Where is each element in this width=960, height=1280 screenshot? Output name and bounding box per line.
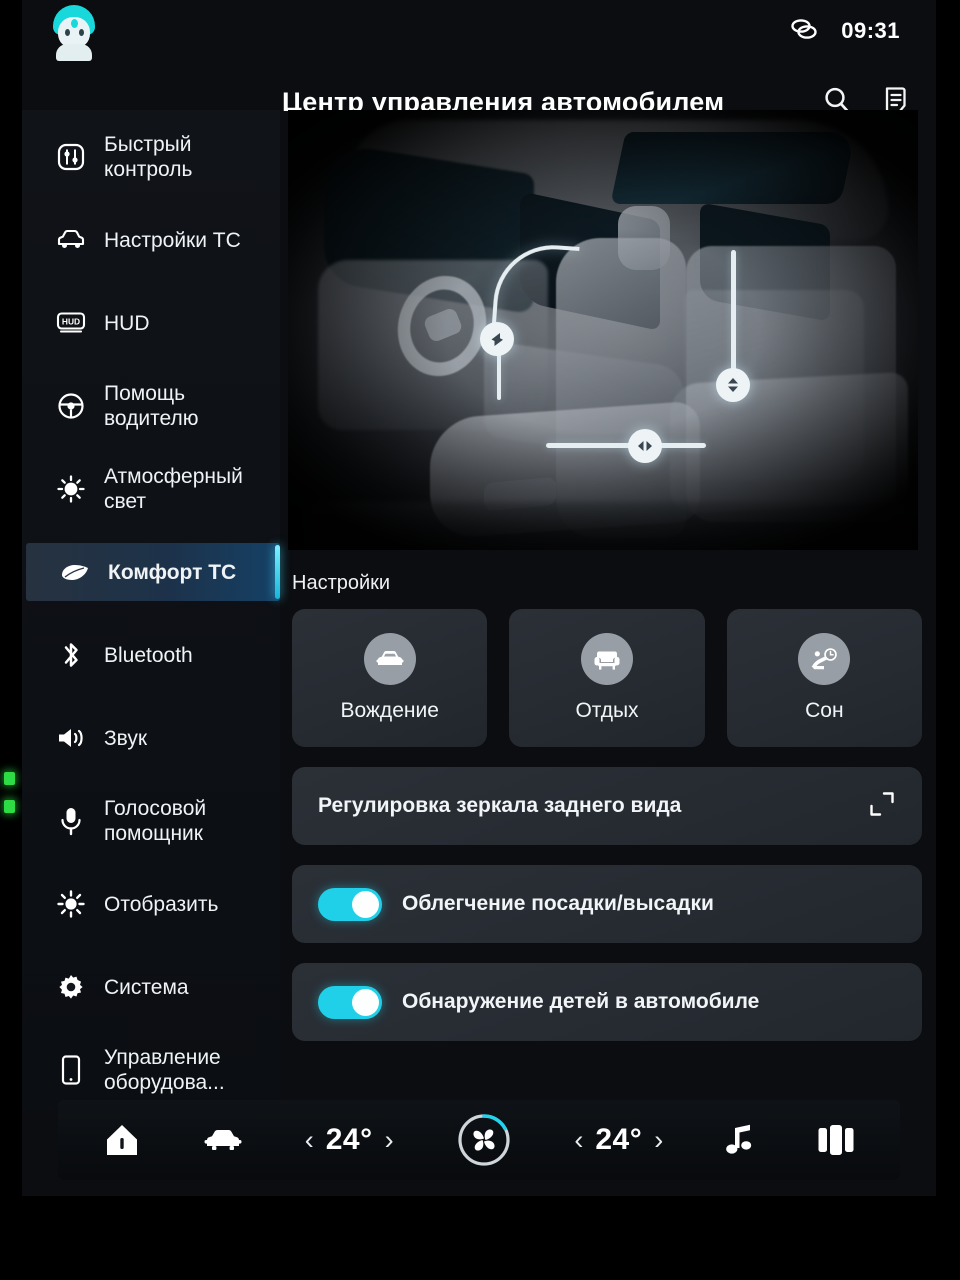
cards-layout-icon[interactable] xyxy=(816,1123,856,1157)
row-label: Облегчение посадки/высадки xyxy=(402,892,714,915)
home-icon[interactable] xyxy=(102,1121,142,1159)
mode-card-rest[interactable]: Отдых xyxy=(509,609,705,747)
sidebar-item-equipment-management[interactable]: Управление оборудова... xyxy=(22,1041,280,1099)
comfort-mode-cards: Вождение Отдых Сон xyxy=(280,609,936,747)
bluetooth-icon xyxy=(54,638,88,672)
sidebar-item-label: Звук xyxy=(104,726,148,750)
gear-icon xyxy=(54,970,88,1004)
sidebar-item-sound[interactable]: Звук xyxy=(22,709,280,767)
render-vignette xyxy=(288,110,918,550)
sidebar-item-bluetooth[interactable]: Bluetooth xyxy=(22,626,280,684)
sidebar-item-label: Система xyxy=(104,975,189,999)
sidebar-item-label: Голосовой помощник xyxy=(104,797,207,845)
sliders-icon xyxy=(54,140,88,174)
expand-icon[interactable] xyxy=(868,790,896,823)
avatar-gem xyxy=(71,19,78,28)
row-label: Обнаружение детей в автомобиле xyxy=(402,990,760,1013)
status-bar-right: 09:31 xyxy=(789,18,900,45)
temp-decrease-right-button[interactable]: ‹ xyxy=(574,1126,583,1154)
svg-text:HUD: HUD xyxy=(62,316,80,326)
temp-increase-left-button[interactable]: › xyxy=(385,1126,394,1154)
sidebar-item-vehicle-comfort[interactable]: Комфорт ТС xyxy=(26,543,280,601)
temp-decrease-left-button[interactable]: ‹ xyxy=(305,1126,314,1154)
easy-entry-exit-toggle[interactable] xyxy=(318,887,382,921)
sidebar-item-label: Помощь водителю xyxy=(104,382,199,430)
infotainment-screen: 09:31 Центр управления автомобилем Быстр… xyxy=(22,0,936,1196)
mode-card-label: Сон xyxy=(805,699,844,722)
sun-icon xyxy=(54,472,88,506)
fan-icon[interactable] xyxy=(453,1109,515,1171)
microphone-icon xyxy=(54,804,88,838)
user-avatar[interactable] xyxy=(46,4,102,61)
row-label: Регулировка зеркала заднего вида xyxy=(318,794,682,817)
seat-slide-track xyxy=(546,443,706,448)
sidebar-item-label: Комфорт ТС xyxy=(108,560,237,584)
passenger-temperature-control: ‹ 24° › xyxy=(574,1123,663,1157)
link-icon xyxy=(789,18,819,45)
seat-forward-back-handle[interactable] xyxy=(628,429,662,463)
leaf-icon xyxy=(58,555,92,589)
sidebar-item-voice-assistant[interactable]: Голосовой помощник xyxy=(22,792,280,850)
sidebar-navigation: Быстрый контроль Настройки ТС HUD HUD По… xyxy=(22,110,280,1110)
status-bar: 09:31 xyxy=(22,0,936,62)
steering-wheel-icon xyxy=(54,389,88,423)
car-icon xyxy=(54,223,88,257)
bottom-control-bar: ‹ 24° › ‹ 24° › xyxy=(58,1100,900,1180)
driver-temperature-control: ‹ 24° › xyxy=(305,1123,394,1157)
settings-section-label: Настройки xyxy=(292,572,391,594)
brightness-icon xyxy=(54,887,88,921)
temp-increase-right-button[interactable]: › xyxy=(654,1126,663,1154)
mode-card-label: Вождение xyxy=(340,699,439,722)
avatar-eye-right xyxy=(79,29,84,36)
sidebar-item-ambient-light[interactable]: Атмосферный свет xyxy=(22,460,280,518)
sidebar-item-hud[interactable]: HUD HUD xyxy=(22,294,280,352)
row-easy-entry-exit[interactable]: Облегчение посадки/высадки xyxy=(292,865,922,943)
mode-card-driving[interactable]: Вождение xyxy=(292,609,488,747)
row-child-detection[interactable]: Обнаружение детей в автомобиле xyxy=(292,963,922,1041)
hud-icon: HUD xyxy=(54,306,88,340)
bezel-indicator-led-bottom xyxy=(4,800,15,813)
speaker-icon xyxy=(54,721,88,755)
reclined-seat-clock-icon xyxy=(798,633,851,685)
sidebar-item-quick-control[interactable]: Быстрый контроль xyxy=(22,128,280,186)
avatar-eye-left xyxy=(65,29,70,36)
toggle-knob xyxy=(352,988,379,1016)
seat-backrest-tilt-handle[interactable] xyxy=(480,322,514,356)
sidebar-item-label: Атмосферный свет xyxy=(104,465,243,513)
sidebar-item-label: Настройки ТС xyxy=(104,228,241,252)
child-detection-toggle[interactable] xyxy=(318,985,382,1019)
vehicle-interior-render[interactable] xyxy=(288,110,918,550)
avatar-body xyxy=(56,44,92,61)
sidebar-item-label: HUD xyxy=(104,311,150,335)
mode-card-label: Отдых xyxy=(575,699,639,722)
sidebar-item-label: Быстрый контроль xyxy=(104,133,193,181)
left-temperature-value: 24° xyxy=(325,1123,373,1156)
sidebar-item-label: Управление оборудова... xyxy=(104,1046,225,1094)
bezel-indicator-led-top xyxy=(4,772,15,785)
main-content: Настройки Вождение Отдых Сон Регулировка… xyxy=(280,110,936,1110)
phone-icon xyxy=(54,1053,88,1087)
mode-card-sleep[interactable]: Сон xyxy=(726,609,922,747)
music-note-icon[interactable] xyxy=(723,1122,757,1158)
sidebar-item-driver-assist[interactable]: Помощь водителю xyxy=(22,377,280,435)
toggle-knob xyxy=(352,890,379,918)
sidebar-item-vehicle-settings[interactable]: Настройки ТС xyxy=(22,211,280,269)
car-icon[interactable] xyxy=(201,1124,245,1156)
car-front-icon xyxy=(363,633,416,685)
row-rear-mirror-adjustment[interactable]: Регулировка зеркала заднего вида xyxy=(292,767,922,845)
sidebar-item-label: Отобразить xyxy=(104,892,219,916)
seat-height-handle[interactable] xyxy=(716,368,750,402)
sidebar-item-system[interactable]: Система xyxy=(22,958,280,1016)
sidebar-item-display[interactable]: Отобразить xyxy=(22,875,280,933)
sidebar-item-label: Bluetooth xyxy=(104,643,193,667)
clock-time: 09:31 xyxy=(841,18,900,43)
right-temperature-value: 24° xyxy=(595,1123,643,1156)
device-bezel: 09:31 Центр управления автомобилем Быстр… xyxy=(0,0,960,1280)
armchair-icon xyxy=(580,633,633,685)
